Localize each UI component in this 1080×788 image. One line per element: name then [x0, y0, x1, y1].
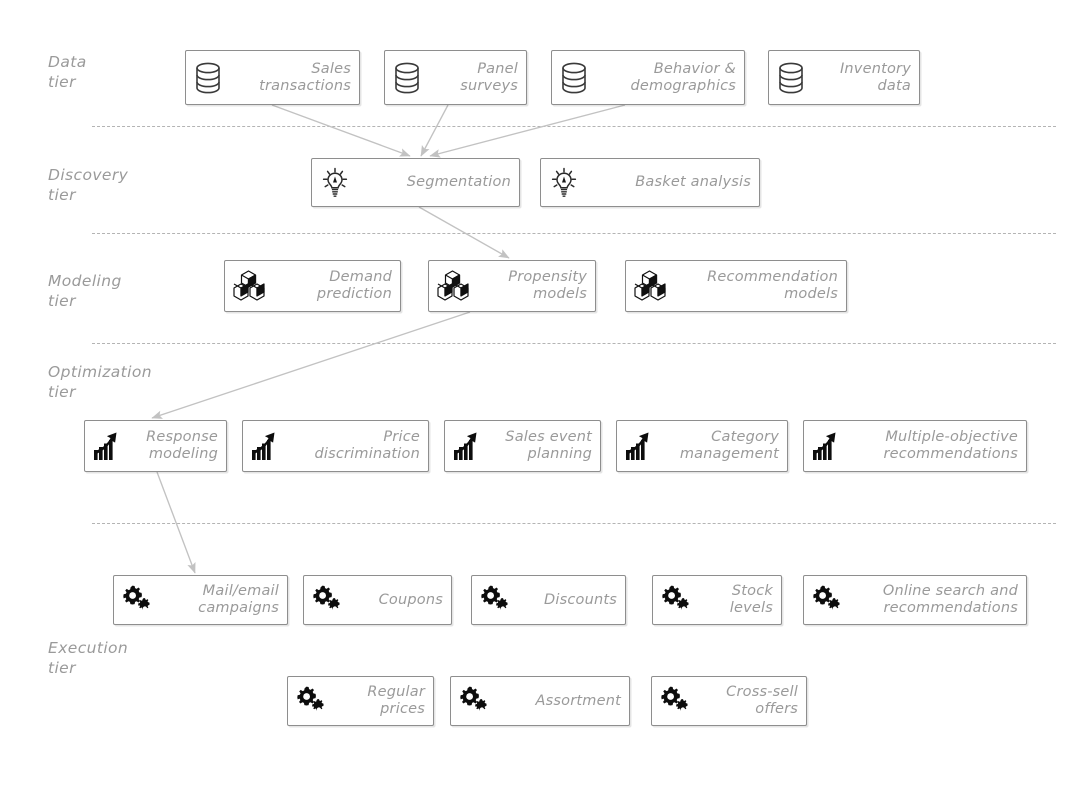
lightbulb-icon	[319, 165, 351, 201]
node-recommendation-models[interactable]: Recommendation models	[625, 260, 847, 312]
node-online-search-recommendations[interactable]: Online search and recommendations	[803, 575, 1027, 625]
node-response-modeling[interactable]: Response modeling	[84, 420, 227, 472]
cubes-icon	[232, 269, 266, 303]
database-icon	[392, 61, 422, 95]
node-label: Demand prediction	[316, 269, 392, 302]
node-sales-event-planning[interactable]: Sales event planning	[444, 420, 601, 472]
node-basket-analysis[interactable]: Basket analysis	[540, 158, 760, 207]
node-panel-surveys[interactable]: Panel surveys	[384, 50, 527, 105]
node-label: Category management	[679, 429, 779, 462]
node-label: Segmentation	[406, 174, 511, 190]
diagram-canvas: Data tier Discovery tier Modeling tier O…	[0, 0, 1080, 788]
connector-sales-to-segmentation	[271, 104, 411, 157]
gears-icon	[295, 685, 329, 717]
node-regular-prices[interactable]: Regular prices	[287, 676, 434, 726]
growth-chart-icon	[452, 430, 484, 462]
node-price-discrimination[interactable]: Price discrimination	[242, 420, 429, 472]
node-label: Discounts	[543, 591, 617, 608]
node-cross-sell-offers[interactable]: Cross-sell offers	[651, 676, 807, 726]
gears-icon	[659, 685, 693, 717]
node-label: Panel surveys	[460, 60, 518, 94]
node-coupons[interactable]: Coupons	[303, 575, 452, 625]
tier-label-discovery: Discovery tier	[48, 166, 129, 204]
database-icon	[559, 61, 589, 95]
node-category-management[interactable]: Category management	[616, 420, 788, 472]
tier-separator-1	[92, 126, 1056, 127]
node-label: Assortment	[535, 692, 621, 709]
tier-label-optimization: Optimization tier	[48, 363, 152, 401]
node-label: Cross-sell offers	[726, 684, 798, 717]
node-multiple-objective-recommendations[interactable]: Multiple-objective recommendations	[803, 420, 1027, 472]
gears-icon	[479, 584, 513, 616]
node-label: Mail/email campaigns	[198, 583, 279, 616]
gears-icon	[311, 584, 345, 616]
node-label: Stock levels	[729, 583, 773, 616]
connector-panel-to-segmentation	[420, 104, 449, 157]
growth-chart-icon	[92, 430, 124, 462]
tier-label-modeling: Modeling tier	[48, 272, 122, 310]
node-label: Price discrimination	[314, 429, 420, 462]
connector-propensity-to-response	[151, 311, 471, 419]
lightbulb-icon	[548, 165, 580, 201]
node-label: Online search and recommendations	[882, 583, 1018, 616]
connector-behavior-to-segmentation	[429, 104, 626, 158]
node-propensity-models[interactable]: Propensity models	[428, 260, 596, 312]
growth-chart-icon	[250, 430, 282, 462]
growth-chart-icon	[624, 430, 656, 462]
gears-icon	[811, 584, 845, 616]
node-mail-email-campaigns[interactable]: Mail/email campaigns	[113, 575, 288, 625]
node-label: Basket analysis	[635, 174, 751, 190]
cubes-icon	[436, 269, 470, 303]
node-assortment[interactable]: Assortment	[450, 676, 630, 726]
node-label: Response modeling	[146, 429, 218, 462]
node-label: Behavior & demographics	[630, 60, 736, 94]
database-icon	[193, 61, 223, 95]
gears-icon	[660, 584, 694, 616]
tier-separator-3	[92, 343, 1056, 344]
node-demand-prediction[interactable]: Demand prediction	[224, 260, 401, 312]
database-icon	[776, 61, 806, 95]
node-segmentation[interactable]: Segmentation	[311, 158, 520, 207]
node-behavior-demographics[interactable]: Behavior & demographics	[551, 50, 745, 105]
growth-chart-icon	[811, 430, 843, 462]
node-stock-levels[interactable]: Stock levels	[652, 575, 782, 625]
node-label: Sales transactions	[259, 60, 351, 94]
tier-separator-4	[92, 523, 1056, 524]
tier-label-data: Data tier	[48, 53, 87, 91]
node-label: Multiple-objective recommendations	[883, 429, 1018, 462]
node-inventory-data[interactable]: Inventory data	[768, 50, 920, 105]
node-label: Inventory data	[839, 60, 911, 94]
gears-icon	[121, 584, 155, 616]
node-discounts[interactable]: Discounts	[471, 575, 626, 625]
connector-layer	[151, 104, 626, 574]
node-label: Regular prices	[367, 684, 425, 717]
node-sales-transactions[interactable]: Sales transactions	[185, 50, 360, 105]
node-label: Recommendation models	[707, 269, 838, 302]
node-label: Propensity models	[508, 269, 587, 302]
node-label: Coupons	[378, 591, 443, 608]
node-label: Sales event planning	[505, 429, 592, 462]
tier-label-execution: Execution tier	[48, 639, 129, 677]
tier-separator-2	[92, 233, 1056, 234]
gears-icon	[458, 685, 492, 717]
cubes-icon	[633, 269, 667, 303]
